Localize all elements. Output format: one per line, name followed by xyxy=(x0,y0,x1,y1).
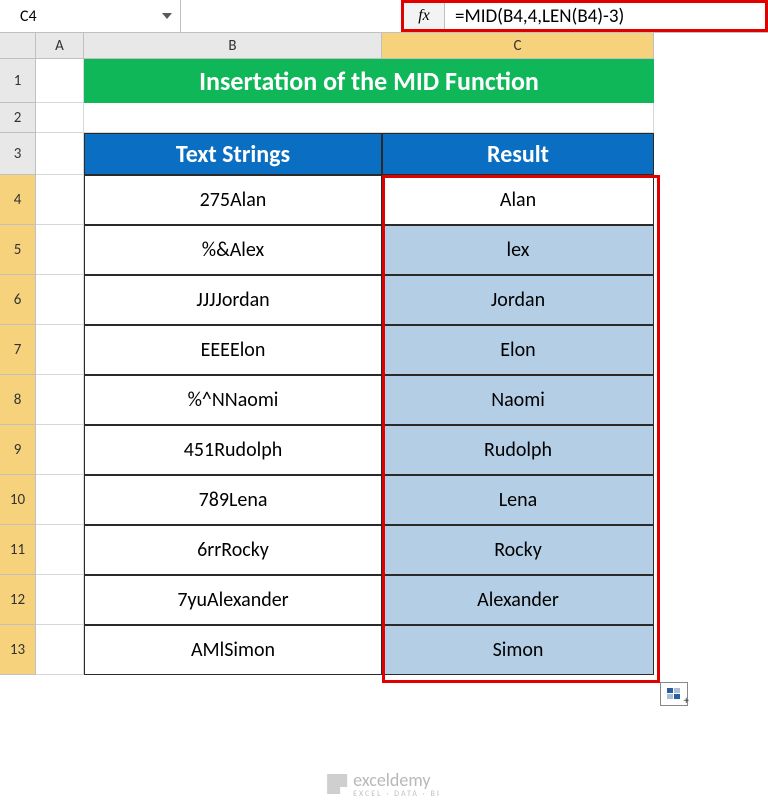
cell-c7[interactable]: Elon xyxy=(382,325,654,375)
chevron-down-icon[interactable] xyxy=(162,13,172,19)
cell-a9[interactable] xyxy=(36,425,84,475)
row-header-10[interactable]: 10 xyxy=(0,475,36,525)
cell-c10[interactable]: Lena xyxy=(382,475,654,525)
cell-a8[interactable] xyxy=(36,375,84,425)
select-all-corner[interactable] xyxy=(0,33,36,59)
name-box[interactable]: C4 xyxy=(0,0,181,32)
row-header-11[interactable]: 11 xyxy=(0,525,36,575)
cell-c9[interactable]: Rudolph xyxy=(382,425,654,475)
row-header-9[interactable]: 9 xyxy=(0,425,36,475)
logo-icon xyxy=(327,774,347,794)
formula-text: =MID(B4,4,LEN(B4)-3) xyxy=(455,5,624,28)
cell-a6[interactable] xyxy=(36,275,84,325)
col-header-a[interactable]: A xyxy=(36,33,84,59)
row-header-3[interactable]: 3 xyxy=(0,133,36,175)
col-header-b[interactable]: B xyxy=(84,33,382,59)
cell-a10[interactable] xyxy=(36,475,84,525)
cell-a5[interactable] xyxy=(36,225,84,275)
cell-a1[interactable] xyxy=(36,59,84,103)
brand-tagline: EXCEL · DATA · BI xyxy=(353,789,441,799)
cell-b4[interactable]: 275Alan xyxy=(84,175,382,225)
fx-icon: fx xyxy=(418,7,430,25)
cell-a7[interactable] xyxy=(36,325,84,375)
cell-a12[interactable] xyxy=(36,575,84,625)
spreadsheet-grid: A B C 1 Insertation of the MID Function … xyxy=(0,33,768,675)
fx-button[interactable]: fx xyxy=(404,3,445,29)
cell-c6[interactable]: Jordan xyxy=(382,275,654,325)
cell-c11[interactable]: Rocky xyxy=(382,525,654,575)
cell-c8[interactable]: Naomi xyxy=(382,375,654,425)
cell-b10[interactable]: 789Lena xyxy=(84,475,382,525)
row-header-1[interactable]: 1 xyxy=(0,59,36,103)
cell-b8[interactable]: %^NNaomi xyxy=(84,375,382,425)
cell-a3[interactable] xyxy=(36,133,84,175)
row-header-12[interactable]: 12 xyxy=(0,575,36,625)
cell-b6[interactable]: JJJJordan xyxy=(84,275,382,325)
autofill-options-icon[interactable]: + xyxy=(660,682,688,706)
cell-b7[interactable]: EEEElon xyxy=(84,325,382,375)
cell-b5[interactable]: %&Alex xyxy=(84,225,382,275)
branding-logo: exceldemy EXCEL · DATA · BI xyxy=(327,769,441,799)
name-box-value: C4 xyxy=(20,7,37,26)
cell-a11[interactable] xyxy=(36,525,84,575)
row-header-6[interactable]: 6 xyxy=(0,275,36,325)
header-text-strings[interactable]: Text Strings xyxy=(84,133,382,175)
row-header-5[interactable]: 5 xyxy=(0,225,36,275)
cell-b12[interactable]: 7yuAlexander xyxy=(84,575,382,625)
cell-c4[interactable]: Alan xyxy=(382,175,654,225)
cell-a2[interactable] xyxy=(36,103,84,133)
row-header-8[interactable]: 8 xyxy=(0,375,36,425)
cell-b9[interactable]: 451Rudolph xyxy=(84,425,382,475)
cell-a13[interactable] xyxy=(36,625,84,675)
formula-input[interactable]: =MID(B4,4,LEN(B4)-3) xyxy=(445,3,765,29)
cell-c12[interactable]: Alexander xyxy=(382,575,654,625)
cell-b11[interactable]: 6rrRocky xyxy=(84,525,382,575)
cell-bc2[interactable] xyxy=(84,103,654,133)
row-header-13[interactable]: 13 xyxy=(0,625,36,675)
cell-c5[interactable]: lex xyxy=(382,225,654,275)
header-result[interactable]: Result xyxy=(382,133,654,175)
formula-input-wrap: fx =MID(B4,4,LEN(B4)-3) xyxy=(401,0,768,32)
cell-c13[interactable]: Simon xyxy=(382,625,654,675)
row-header-4[interactable]: 4 xyxy=(0,175,36,225)
cell-a4[interactable] xyxy=(36,175,84,225)
plus-icon: + xyxy=(684,694,689,707)
title-cell[interactable]: Insertation of the MID Function xyxy=(84,59,654,103)
row-header-7[interactable]: 7 xyxy=(0,325,36,375)
brand-name: exceldemy xyxy=(353,769,441,791)
col-header-c[interactable]: C xyxy=(382,33,654,59)
formula-bar: C4 fx =MID(B4,4,LEN(B4)-3) xyxy=(0,0,768,33)
cell-b13[interactable]: AMlSimon xyxy=(84,625,382,675)
row-header-2[interactable]: 2 xyxy=(0,103,36,133)
